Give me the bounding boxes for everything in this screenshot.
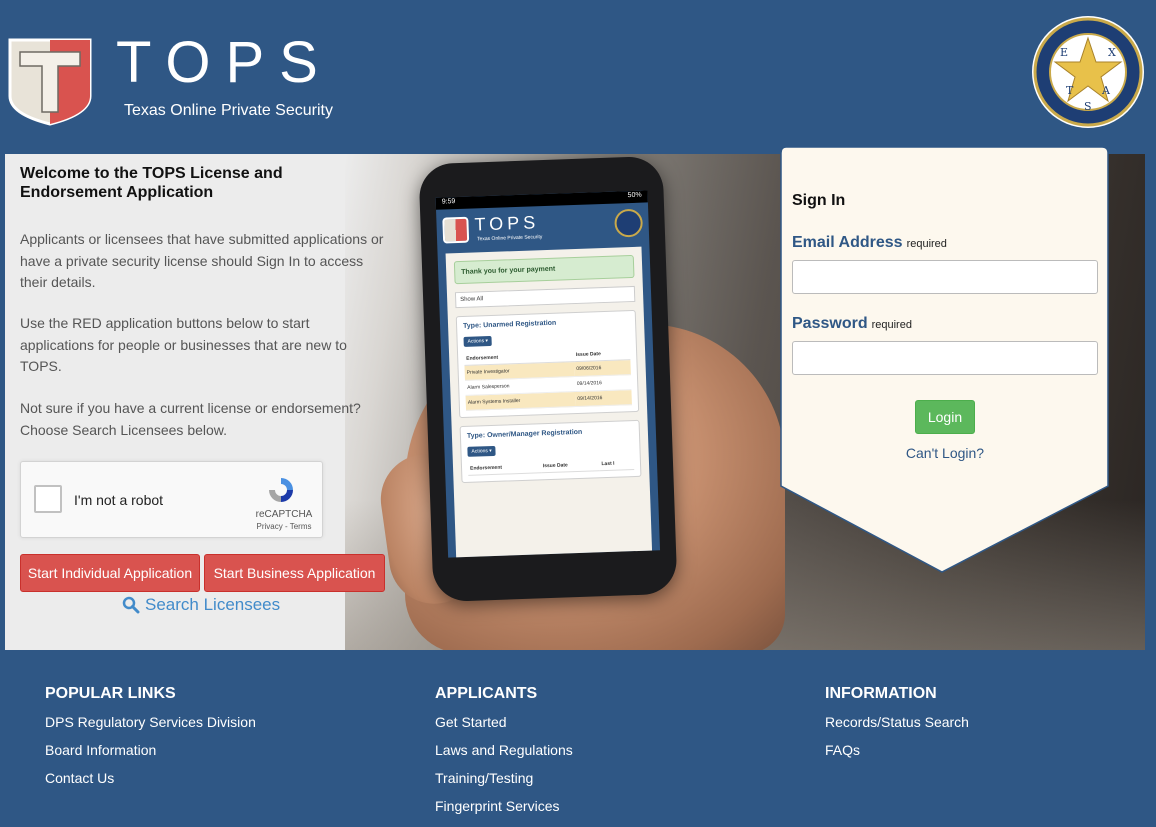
recaptcha-icon: [269, 478, 293, 502]
phone-seal-icon: [614, 208, 644, 238]
search-licensees-label: Search Licensees: [145, 595, 281, 614]
login-button[interactable]: Login: [915, 400, 975, 434]
footer-link-training-testing[interactable]: Training/Testing: [435, 769, 573, 797]
search-licensees-link[interactable]: Search Licensees: [122, 595, 280, 615]
recaptcha-widget: I'm not a robot reCAPTCHA Privacy - Term…: [20, 461, 323, 538]
footer-link-get-started[interactable]: Get Started: [435, 713, 573, 741]
email-label: Email Address required: [792, 234, 947, 251]
svg-text:E: E: [1060, 46, 1068, 59]
footer-link-dps-regulatory[interactable]: DPS Regulatory Services Division: [45, 713, 256, 741]
footer-link-laws-regulations[interactable]: Laws and Regulations: [435, 741, 573, 769]
footer-link-fingerprint-services[interactable]: Fingerprint Services: [435, 797, 573, 825]
required-text: required: [871, 319, 912, 331]
svg-text:T: T: [1066, 84, 1074, 97]
tops-logo-icon[interactable]: [6, 36, 94, 126]
brand-title: TOPS: [116, 30, 333, 95]
footer-information: INFORMATION Records/Status Search FAQs: [825, 685, 969, 769]
required-text: required: [906, 238, 947, 250]
password-field[interactable]: [792, 341, 1098, 375]
footer-popular-links: POPULAR LINKS DPS Regulatory Services Di…: [45, 685, 256, 797]
phone-brand-sub: Texas Online Private Security: [476, 234, 543, 243]
start-individual-application-button[interactable]: Start Individual Application: [20, 554, 200, 592]
welcome-heading: Welcome to the TOPS License and Endorsem…: [20, 165, 283, 201]
footer-popular-links-title: POPULAR LINKS: [45, 685, 176, 702]
cant-login-link[interactable]: Can't Login?: [780, 445, 1110, 461]
footer-link-faqs[interactable]: FAQs: [825, 741, 969, 769]
dps-seal-icon: E X T A S: [1032, 16, 1144, 128]
start-business-application-button[interactable]: Start Business Application: [204, 554, 385, 592]
phone-actions-button: Actions ▾: [463, 335, 493, 347]
email-field[interactable]: [792, 260, 1098, 294]
phone-card1-title: Type: Unarmed Registration: [462, 319, 557, 330]
footer-link-contact-us[interactable]: Contact Us: [45, 769, 256, 797]
phone-tops-logo-icon: [442, 216, 470, 244]
recaptcha-terms-link[interactable]: Privacy - Terms: [253, 522, 315, 531]
phone-brand: TOPS: [474, 212, 540, 235]
svg-text:S: S: [1084, 100, 1092, 113]
phone-battery: 50%: [627, 191, 642, 200]
svg-text:A: A: [1101, 84, 1111, 97]
footer-applicants-title: APPLICANTS: [435, 685, 538, 702]
intro-paragraph-apply: Use the RED application buttons below to…: [20, 315, 347, 374]
svg-text:X: X: [1108, 46, 1116, 59]
intro-paragraph-search: Not sure if you have a current license o…: [20, 400, 361, 438]
phone-card-unarmed: Type: Unarmed Registration Actions ▾ End…: [455, 309, 640, 419]
footer-link-board-information[interactable]: Board Information: [45, 741, 256, 769]
phone-card2-title: Type: Owner/Manager Registration: [466, 428, 583, 440]
recaptcha-label: I'm not a robot: [74, 492, 164, 508]
footer-link-records-status-search[interactable]: Records/Status Search: [825, 713, 969, 741]
footer-information-title: INFORMATION: [825, 685, 937, 702]
phone-endorsement-table: Endorsement Issue Date Private Investiga…: [464, 347, 632, 411]
phone-payment-message: Thank you for your payment: [453, 254, 635, 285]
phone-filter-select: Show All: [454, 285, 636, 309]
password-label: Password required: [792, 315, 912, 332]
phone-actions-button: Actions ▾: [467, 445, 496, 457]
site-header: TOPS Texas Online Private Security E X T…: [0, 0, 1156, 152]
phone-mockup: 9:59 50% TOPS Texas Online Private Secur…: [418, 155, 678, 603]
phone-card-owner: Type: Owner/Manager Registration Actions…: [459, 419, 642, 484]
sign-in-panel: Sign In Email Address required Password re…: [780, 146, 1110, 576]
recaptcha-checkbox[interactable]: [34, 485, 62, 513]
footer-applicants: APPLICANTS Get Started Laws and Regulati…: [435, 685, 573, 825]
phone-time: 9:59: [441, 198, 456, 206]
brand-subtitle: Texas Online Private Security: [124, 102, 333, 119]
search-icon: [122, 596, 140, 614]
phone-screen: 9:59 50% TOPS Texas Online Private Secur…: [435, 190, 661, 558]
recaptcha-brand: reCAPTCHA: [255, 509, 313, 520]
sign-in-title: Sign In: [792, 192, 846, 209]
intro-paragraph-signin: Applicants or licensees that have submit…: [20, 231, 384, 290]
